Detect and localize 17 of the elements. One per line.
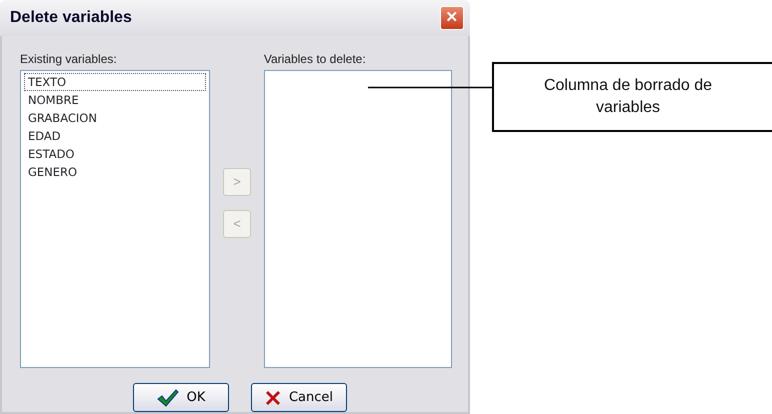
list-item[interactable]: TEXTO xyxy=(24,73,206,91)
existing-variables-list[interactable]: TEXTO NOMBRE GRABACION EDAD ESTADO GENERO xyxy=(20,70,210,368)
window-title: Delete variables xyxy=(10,8,132,28)
list-item[interactable]: GENERO xyxy=(24,163,206,181)
list-item[interactable]: GRABACION xyxy=(24,109,206,127)
list-label: Variables to delete: xyxy=(264,51,367,68)
list-item[interactable]: ESTADO xyxy=(24,145,206,163)
check-icon xyxy=(156,388,179,406)
cross-icon xyxy=(264,390,281,406)
callout-box: Columna de borrado de variables xyxy=(492,62,772,132)
list-item[interactable]: NOMBRE xyxy=(24,91,206,109)
ok-button[interactable]: OK xyxy=(133,383,229,412)
cancel-button[interactable]: Cancel xyxy=(251,383,347,412)
variables-to-delete-list[interactable] xyxy=(264,70,452,368)
list-item[interactable]: EDAD xyxy=(24,127,206,145)
close-button[interactable]: ✕ xyxy=(440,6,464,30)
list-label: Existing variables: xyxy=(20,51,118,68)
